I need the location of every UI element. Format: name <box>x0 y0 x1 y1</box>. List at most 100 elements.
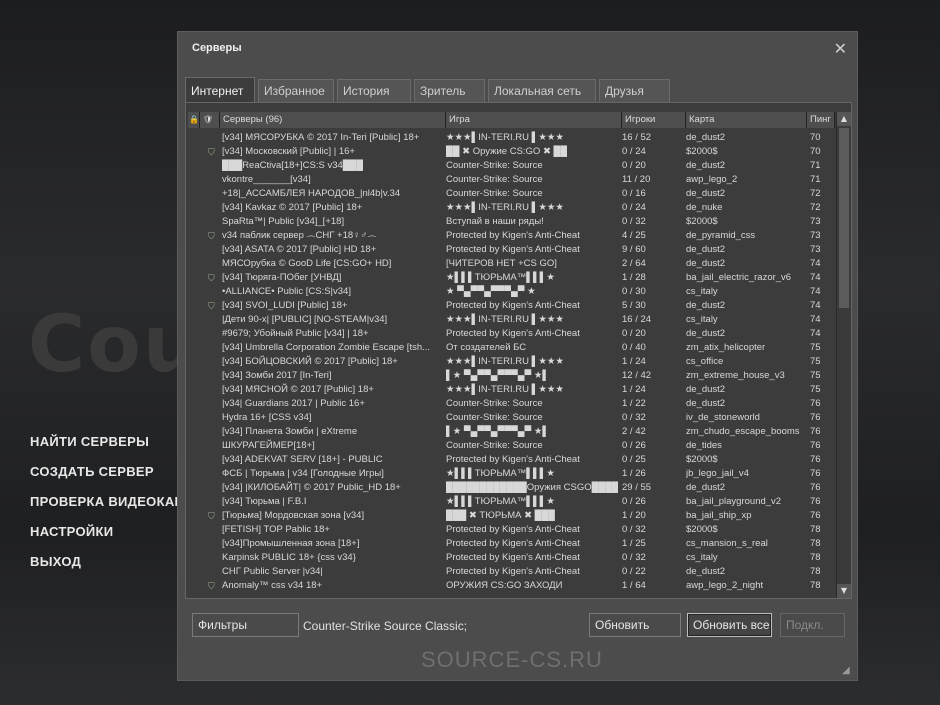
server-map: $2000$ <box>686 146 718 157</box>
vac-column-icon[interactable]: 🛡 <box>200 112 220 128</box>
vac-shield-icon <box>208 341 220 355</box>
table-row[interactable]: ⛉ Anomaly™ css v34 18+ ОРУЖИЯ CS:GO ЗАХОДИ… <box>188 579 833 593</box>
server-players: 29 / 55 <box>622 482 652 493</box>
column-map[interactable]: Карта <box>686 112 807 128</box>
server-map: awp_lego_2_night <box>686 580 764 591</box>
vac-shield-icon <box>208 495 220 509</box>
table-row[interactable]: [FETISH] TOP Pablic 18+ Protected by Kige… <box>188 523 833 537</box>
table-row[interactable]: ███ReaCtiva[18+]CS:S v34███ Counter-Strik… <box>188 159 833 173</box>
table-row[interactable]: [v34] Umbrella Corporation Zombie Escape… <box>188 341 833 355</box>
tab-spectator[interactable]: Зритель <box>414 79 485 103</box>
lock-column-icon[interactable]: 🔒 <box>188 112 200 128</box>
table-row[interactable]: [v34] МЯСНОЙ © 2017 [Public] 18+ ★★★▌IN-T… <box>188 383 833 397</box>
tab-lan[interactable]: Локальная сеть <box>488 79 596 103</box>
table-row[interactable]: СНГ Public Server |v34| Protected by Kige… <box>188 565 833 579</box>
table-row[interactable]: ⛉ [Тюрьма] Мордовская зона [v34] ███ ✖ ТЮР… <box>188 509 833 523</box>
filters-button[interactable]: Фильтры <box>192 613 299 637</box>
table-row[interactable]: |Дети 90-х| [PUBLIC] [NO-STEAM|v34] ★★★▌I… <box>188 313 833 327</box>
column-players[interactable]: Игроки <box>622 112 686 128</box>
server-map: $2000$ <box>686 454 718 465</box>
table-row[interactable]: [v34] ASATA © 2017 [Public] HD 18+ Protec… <box>188 243 833 257</box>
server-name: vkontre_______[v34] <box>222 174 311 185</box>
table-row[interactable]: [v34] БОЙЦОВСКИЙ © 2017 [Public] 18+ ★★★▌… <box>188 355 833 369</box>
tab-internet[interactable]: Интернет <box>185 77 255 103</box>
server-name: [v34]Промышленная зона [18+] <box>222 538 360 549</box>
server-map: cs_italy <box>686 314 718 325</box>
table-row[interactable]: ⛉ [v34] Тюряга-ПОбег [УНВД] ★▌▌▌ТЮРЬМА™▌▌▌… <box>188 271 833 285</box>
scroll-down-icon[interactable]: ▼ <box>837 584 851 598</box>
filter-description: Counter-Strike Source Classic; <box>303 619 468 633</box>
server-players: 1 / 25 <box>622 538 646 549</box>
server-name: ФСБ | Тюрьма | v34 [Голодные Игры] <box>222 468 384 479</box>
server-game: Protected by Kigen's Anti-Cheat <box>446 328 580 339</box>
close-icon[interactable]: ✕ <box>834 39 847 58</box>
server-ping: 73 <box>810 230 821 241</box>
table-row[interactable]: [v34] МЯСОРУБКА © 2017 In-Teri [Public] … <box>188 131 833 145</box>
server-map: jb_lego_jail_v4 <box>686 468 749 479</box>
resize-grip-icon[interactable]: ◢ <box>842 665 854 677</box>
table-row[interactable]: Karpinsk PUBLIC 18+ {css v34} Protected b… <box>188 551 833 565</box>
server-map: de_tides <box>686 440 722 451</box>
table-row[interactable]: [v34] Планета Зомби | eXtreme ▌★ ▀▄▀▀▄▀▀▀… <box>188 425 833 439</box>
column-ping[interactable]: Пинг <box>807 112 835 128</box>
table-row[interactable]: +18|_АССАМБЛЕЯ НАРОДОВ_|nl4b|v.34 Counter… <box>188 187 833 201</box>
table-row[interactable]: |v34| Guardians 2017 | Public 16+ Counter… <box>188 397 833 411</box>
tab-friends[interactable]: Друзья <box>599 79 670 103</box>
table-row[interactable]: vkontre_______[v34] Counter-Strike: Sourc… <box>188 173 833 187</box>
table-row[interactable]: ⛉ [v34] SVOI_LUDI [Public] 18+ Protected b… <box>188 299 833 313</box>
server-game: ОРУЖИЯ CS:GO ЗАХОДИ <box>446 580 563 591</box>
server-ping: 74 <box>810 286 821 297</box>
server-players: 0 / 32 <box>622 216 646 227</box>
server-name: +18|_АССАМБЛЕЯ НАРОДОВ_|nl4b|v.34 <box>222 188 401 199</box>
server-game: Counter-Strike: Source <box>446 160 543 171</box>
scroll-thumb[interactable] <box>839 128 849 308</box>
scroll-up-icon[interactable]: ▲ <box>837 112 851 126</box>
connect-button[interactable]: Подкл. <box>780 613 845 637</box>
table-row[interactable]: [v34]Промышленная зона [18+] Protected by… <box>188 537 833 551</box>
column-servers[interactable]: Серверы (96) <box>220 112 446 128</box>
server-ping: 78 <box>810 538 821 549</box>
server-map: ba_jail_electric_razor_v6 <box>686 272 792 283</box>
tab-history[interactable]: История <box>337 79 411 103</box>
table-row[interactable]: [v34] ADEKVAT SERV [18+] - PUBLIC Protect… <box>188 453 833 467</box>
table-row[interactable]: ШКУРАГЕЙМЕР[18+] Counter-Strike: Source 0 … <box>188 439 833 453</box>
table-row[interactable]: SpaRta™| Public [v34]_[+18] Вступай в наш… <box>188 215 833 229</box>
refresh-all-button[interactable]: Обновить все <box>687 613 772 637</box>
table-row[interactable]: ⛉ [v34] Московский [Public] | 16+ ██ ✖ Ору… <box>188 145 833 159</box>
server-map: de_dust2 <box>686 384 726 395</box>
server-map: de_dust2 <box>686 482 726 493</box>
server-map: ba_jail_ship_xp <box>686 510 752 521</box>
table-row[interactable]: МЯСОрубка © GooD Life [CS:GO+ HD] [ЧИТЕРО… <box>188 257 833 271</box>
list-scrollbar[interactable]: ▲ ▼ <box>836 112 851 598</box>
table-row[interactable]: Hydra 16+ [CSS v34] Counter-Strike: Sourc… <box>188 411 833 425</box>
table-row[interactable]: #9679; Убойный Public [v34] | 18+ Protect… <box>188 327 833 341</box>
table-row[interactable]: [v34] |КИЛОБАЙТ| © 2017 Public_HD 18+ ███… <box>188 481 833 495</box>
vac-shield-icon <box>208 551 220 565</box>
vac-shield-icon <box>208 187 220 201</box>
vac-shield-icon <box>208 565 220 579</box>
vac-shield-icon <box>208 201 220 215</box>
server-ping: 75 <box>810 342 821 353</box>
column-game[interactable]: Игра <box>446 112 622 128</box>
server-ping: 76 <box>810 398 821 409</box>
table-row[interactable]: [v34] Тюрьма | F.B.I ★▌▌▌ТЮРЬМА™▌▌▌★ 0 / 2… <box>188 495 833 509</box>
refresh-button[interactable]: Обновить <box>589 613 681 637</box>
table-row[interactable]: [v34] Зомби 2017 [In-Teri] ▌★ ▀▄▀▀▄▀▀▀▄▀ … <box>188 369 833 383</box>
server-map: de_dust2 <box>686 300 726 311</box>
list-header: 🔒 🛡 Серверы (96) Игра Игроки Карта Пинг <box>188 112 835 128</box>
server-ping: 76 <box>810 412 821 423</box>
table-row[interactable]: ФСБ | Тюрьма | v34 [Голодные Игры] ★▌▌▌ТЮ… <box>188 467 833 481</box>
server-game: Вступай в наши ряды! <box>446 216 544 227</box>
table-row[interactable]: ⛉ v34 паблик сервер ෴СНГ +18♀♂෴ Protected … <box>188 229 833 243</box>
server-players: 1 / 24 <box>622 356 646 367</box>
vac-shield-icon <box>208 131 220 145</box>
table-row[interactable]: [v34] Kavkaz © 2017 [Public] 18+ ★★★▌IN-T… <box>188 201 833 215</box>
table-row[interactable]: •ALLIANCE• Public [CS:S|v34] ★ ▀▄▀▀▄▀▀▀▄▀… <box>188 285 833 299</box>
server-players: 0 / 32 <box>622 552 646 563</box>
tab-favorites[interactable]: Избранное <box>258 79 334 103</box>
server-map: de_dust2 <box>686 258 726 269</box>
server-players: 2 / 64 <box>622 258 646 269</box>
server-ping: 76 <box>810 468 821 479</box>
server-ping: 76 <box>810 454 821 465</box>
server-players: 5 / 30 <box>622 300 646 311</box>
